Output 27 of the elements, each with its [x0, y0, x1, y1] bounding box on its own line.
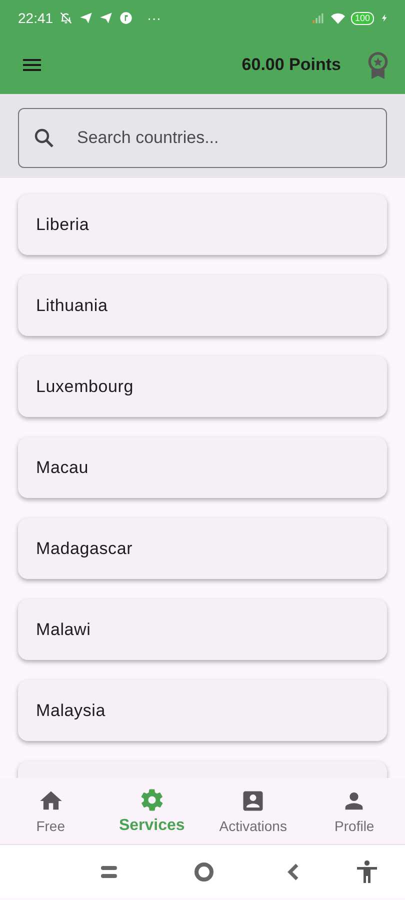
nav-tab[interactable]: Profile	[304, 788, 405, 834]
country-card[interactable]: Liberia	[18, 194, 387, 255]
country-card[interactable]: Luxembourg	[18, 356, 387, 417]
search-field[interactable]: Search countries...	[18, 108, 387, 168]
home-button-icon[interactable]	[194, 862, 214, 882]
country-card[interactable]: Macau	[18, 437, 387, 498]
nav-tab[interactable]: Free	[0, 788, 102, 834]
accessibility-icon[interactable]	[356, 860, 378, 884]
notifications-off-icon	[59, 11, 74, 25]
send-icon	[79, 11, 94, 25]
nav-tab[interactable]: Activations	[202, 788, 304, 834]
send-icon	[99, 11, 114, 25]
recents-icon[interactable]	[100, 864, 118, 880]
app-icon	[119, 11, 134, 25]
status-time: 22:41	[18, 10, 54, 26]
country-card[interactable]: Malawi	[18, 599, 387, 660]
points-balance: 60.00 Points	[242, 55, 341, 75]
gear-icon	[138, 787, 165, 813]
country-card[interactable]: Malaysia	[18, 680, 387, 741]
signal-icon	[310, 11, 325, 25]
country-card[interactable]: Madagascar	[18, 518, 387, 579]
more-indicator: ···	[147, 10, 162, 26]
battery-level: 100	[350, 12, 374, 24]
country-card[interactable]: Lithuania	[18, 275, 387, 336]
search-icon	[32, 126, 56, 150]
back-icon[interactable]	[286, 862, 300, 880]
wifi-icon	[330, 11, 345, 25]
